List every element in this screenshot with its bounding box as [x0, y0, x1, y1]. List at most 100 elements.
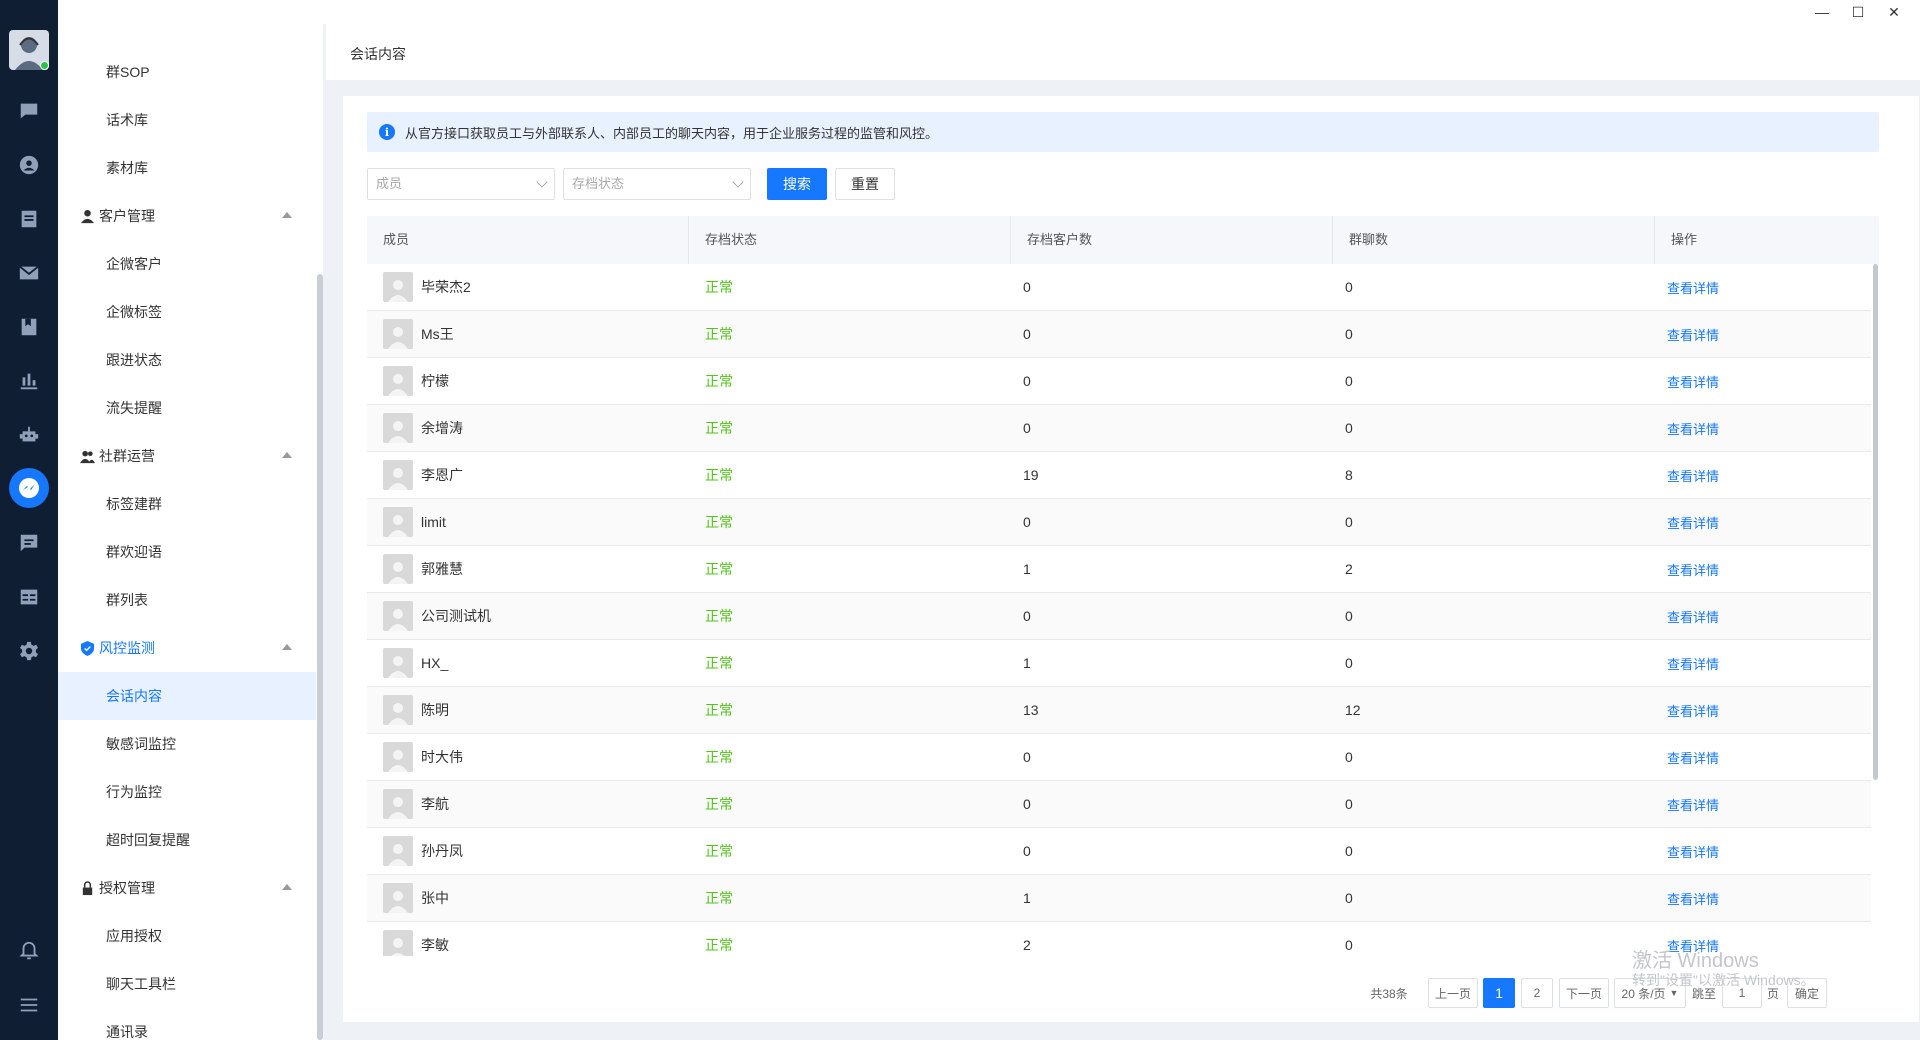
- minimize-button[interactable]: —: [1806, 0, 1838, 24]
- sidebar-item-13[interactable]: 会话内容: [58, 672, 316, 720]
- group-chats-cell: 8: [1345, 467, 1353, 483]
- view-details-link[interactable]: 查看详情: [1655, 781, 1871, 828]
- table-icon[interactable]: [17, 585, 41, 609]
- page-button-2[interactable]: 2: [1521, 978, 1553, 1008]
- archived-customers-cell: 13: [1023, 702, 1039, 718]
- person-icon: [388, 515, 408, 537]
- sidebar-item-19[interactable]: 聊天工具栏: [58, 960, 316, 1008]
- archive-status-cell: 正常: [705, 890, 733, 906]
- table-row: 李恩广 正常 19 8 查看详情: [367, 452, 1871, 499]
- sidebar-group-8[interactable]: 社群运营: [58, 432, 316, 480]
- maximize-button[interactable]: ☐: [1842, 0, 1874, 24]
- view-details-link[interactable]: 查看详情: [1655, 452, 1871, 499]
- member-cell: HX_: [367, 640, 689, 687]
- mail-icon[interactable]: [17, 261, 41, 285]
- risk-monitor-icon[interactable]: [9, 468, 49, 508]
- sidebar-item-1[interactable]: 话术库: [58, 96, 316, 144]
- member-name: 公司测试机: [421, 608, 491, 624]
- bell-icon[interactable]: [17, 939, 41, 963]
- person-icon: [388, 374, 408, 396]
- archive-status-select[interactable]: 存档状态: [563, 168, 751, 200]
- archived-customers-cell: 0: [1023, 326, 1031, 342]
- sidebar-group-3[interactable]: 客户管理: [58, 192, 316, 240]
- member-avatar: [383, 272, 413, 302]
- page-button-1[interactable]: 1: [1483, 978, 1515, 1008]
- member-avatar: [383, 930, 413, 956]
- pagination-total: 共38条: [1370, 986, 1408, 1001]
- archived-customers-cell: 1: [1023, 655, 1031, 671]
- view-details-link[interactable]: 查看详情: [1655, 687, 1871, 734]
- view-details-link[interactable]: 查看详情: [1655, 875, 1871, 922]
- group-chats-cell: 12: [1345, 702, 1361, 718]
- message-icon[interactable]: [17, 531, 41, 555]
- view-details-link[interactable]: 查看详情: [1655, 640, 1871, 687]
- sidebar-item-5[interactable]: 企微标签: [58, 288, 316, 336]
- info-icon: i: [379, 124, 395, 140]
- chat-icon[interactable]: [17, 99, 41, 123]
- sidebar-item-4[interactable]: 企微客户: [58, 240, 316, 288]
- chevron-up-icon: [282, 212, 292, 218]
- robot-icon[interactable]: [17, 423, 41, 447]
- header-archived-customers: 存档客户数: [1011, 216, 1333, 264]
- person-icon: [388, 844, 408, 866]
- view-details-link[interactable]: 查看详情: [1655, 499, 1871, 546]
- table-row: HX_ 正常 1 0 查看详情: [367, 640, 1871, 687]
- member-cell: 张中: [367, 875, 689, 922]
- contact-icon[interactable]: [17, 153, 41, 177]
- sidebar-item-9[interactable]: 标签建群: [58, 480, 316, 528]
- user-avatar[interactable]: [9, 30, 49, 70]
- menu-icon[interactable]: [17, 993, 41, 1017]
- archive-status-cell: 正常: [705, 702, 733, 718]
- view-details-link[interactable]: 查看详情: [1655, 546, 1871, 593]
- member-name: 张中: [421, 890, 449, 906]
- sidebar-item-11[interactable]: 群列表: [58, 576, 316, 624]
- archived-customers-cell: 1: [1023, 561, 1031, 577]
- search-button[interactable]: 搜索: [767, 168, 827, 200]
- view-details-link[interactable]: 查看详情: [1655, 311, 1871, 358]
- sidebar-scrollbar[interactable]: [317, 274, 323, 1040]
- sidebar-group-12[interactable]: 风控监测: [58, 624, 316, 672]
- view-details-link[interactable]: 查看详情: [1655, 734, 1871, 781]
- member-name: 时大伟: [421, 749, 463, 765]
- archive-status-cell: 正常: [705, 467, 733, 483]
- table-row: 张中 正常 1 0 查看详情: [367, 875, 1871, 922]
- sidebar-item-0[interactable]: 群SOP: [58, 48, 316, 96]
- view-details-link[interactable]: 查看详情: [1655, 593, 1871, 640]
- member-select[interactable]: 成员: [367, 168, 555, 200]
- view-details-link[interactable]: 查看详情: [1655, 264, 1871, 311]
- sidebar-item-18[interactable]: 应用授权: [58, 912, 316, 960]
- member-avatar: [383, 413, 413, 443]
- member-select-placeholder: 成员: [376, 176, 403, 191]
- document-icon[interactable]: [17, 207, 41, 231]
- sidebar-item-15[interactable]: 行为监控: [58, 768, 316, 816]
- sidebar-item-10[interactable]: 群欢迎语: [58, 528, 316, 576]
- sidebar-item-7[interactable]: 流失提醒: [58, 384, 316, 432]
- table-scrollbar[interactable]: [1873, 264, 1878, 780]
- group-chats-cell: 0: [1345, 279, 1353, 295]
- sidebar-item-6[interactable]: 跟进状态: [58, 336, 316, 384]
- reset-button[interactable]: 重置: [835, 168, 895, 200]
- bookmark-icon[interactable]: [17, 315, 41, 339]
- member-name: 李恩广: [421, 467, 463, 483]
- sidebar-item-16[interactable]: 超时回复提醒: [58, 816, 316, 864]
- group-chats-cell: 0: [1345, 749, 1353, 765]
- view-details-link[interactable]: 查看详情: [1655, 358, 1871, 405]
- archived-customers-cell: 0: [1023, 608, 1031, 624]
- view-details-link[interactable]: 查看详情: [1655, 828, 1871, 875]
- member-name: 余增涛: [421, 420, 463, 436]
- member-avatar: [383, 554, 413, 584]
- member-cell: limit: [367, 499, 689, 546]
- close-button[interactable]: ✕: [1878, 0, 1910, 24]
- bar-chart-icon[interactable]: [17, 369, 41, 393]
- alert-text: 从官方接口获取员工与外部联系人、内部员工的聊天内容，用于企业服务过程的监管和风控…: [405, 125, 939, 141]
- prev-page-button[interactable]: 上一页: [1428, 978, 1478, 1008]
- archive-status-cell: 正常: [705, 655, 733, 671]
- sidebar-item-14[interactable]: 敏感词监控: [58, 720, 316, 768]
- view-details-link[interactable]: 查看详情: [1655, 405, 1871, 452]
- sidebar-group-17[interactable]: 授权管理: [58, 864, 316, 912]
- sidebar-item-20[interactable]: 通讯录: [58, 1008, 316, 1040]
- next-page-button[interactable]: 下一页: [1559, 978, 1609, 1008]
- sidebar-item-2[interactable]: 素材库: [58, 144, 316, 192]
- gear-icon[interactable]: [17, 639, 41, 663]
- sidebar-group-label: 风控监测: [99, 640, 155, 656]
